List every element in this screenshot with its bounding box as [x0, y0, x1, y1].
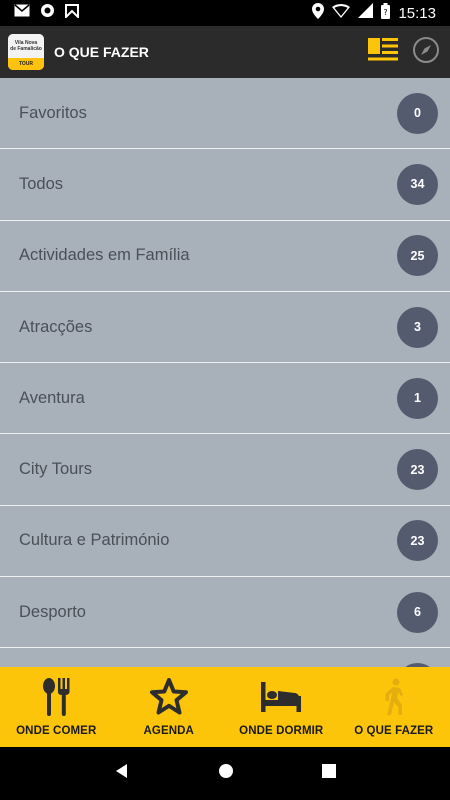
- back-icon[interactable]: [114, 763, 130, 784]
- bed-icon: [261, 677, 302, 717]
- list-item[interactable]: Desporto 6: [0, 577, 450, 649]
- category-label: Atracções: [19, 317, 93, 336]
- tab-label: O QUE FAZER: [354, 725, 434, 737]
- count-badge: 34: [397, 163, 438, 205]
- logo-brand: TOUR: [8, 58, 44, 70]
- tab-label: ONDE DORMIR: [239, 725, 324, 737]
- count-badge: 23: [397, 449, 438, 491]
- category-label: Cultura e Património: [19, 531, 170, 550]
- category-label: Actividades em Família: [19, 246, 190, 265]
- system-nav-bar: [0, 747, 450, 800]
- tab-label: AGENDA: [143, 725, 194, 737]
- tab-label: ONDE COMER: [16, 725, 97, 737]
- count-badge: 3: [397, 306, 438, 348]
- list-item[interactable]: Actividades em Família 25: [0, 221, 450, 292]
- list-item[interactable]: Todos 34: [0, 149, 450, 221]
- sync-icon: [40, 3, 55, 23]
- tab-agenda[interactable]: AGENDA: [113, 667, 226, 747]
- battery-icon: ?: [381, 2, 391, 24]
- category-label: Aventura: [19, 388, 85, 407]
- app-logo[interactable]: Vila Nova de Famalicão TOUR: [8, 34, 44, 70]
- walking-icon: [381, 677, 407, 717]
- list-item[interactable]: Cultura e Património 23: [0, 506, 450, 578]
- category-list[interactable]: Favoritos 0 Todos 34 Actividades em Família 2…: [0, 78, 450, 667]
- category-label: City Tours: [19, 460, 93, 479]
- list-item[interactable]: City Tours 23: [0, 434, 450, 506]
- list-view-icon: [368, 37, 398, 67]
- notification-icon: [65, 3, 79, 23]
- signal-icon: [358, 3, 374, 23]
- status-bar: ? 15:13: [0, 0, 450, 26]
- list-view-button[interactable]: [368, 37, 398, 67]
- status-right-icons: ? 15:13: [312, 2, 436, 24]
- status-left-icons: [14, 3, 79, 23]
- tab-onde-comer[interactable]: ONDE COMER: [0, 667, 113, 747]
- tab-o-que-fazer[interactable]: O QUE FAZER: [338, 667, 450, 747]
- utensils-icon: [41, 677, 71, 717]
- category-label: Favoritos: [19, 103, 87, 122]
- category-label: Todos: [19, 174, 64, 193]
- list-item[interactable]: Favoritos 0: [0, 78, 450, 150]
- app-bar: Vila Nova de Famalicão TOUR O QUE FAZER: [0, 26, 450, 78]
- recents-icon[interactable]: [322, 764, 336, 783]
- compass-icon: [412, 36, 440, 69]
- list-item[interactable]: Atracções 3: [0, 292, 450, 364]
- category-label: Desporto: [19, 602, 86, 621]
- count-badge: 1: [397, 377, 438, 419]
- wifi-icon: [332, 3, 351, 23]
- count-badge: 23: [397, 520, 438, 562]
- compass-button[interactable]: [412, 36, 440, 69]
- count-badge: 0: [397, 92, 438, 134]
- home-icon[interactable]: [218, 763, 234, 784]
- logo-line2: de Famalicão: [10, 46, 42, 52]
- tab-onde-dormir[interactable]: ONDE DORMIR: [225, 667, 338, 747]
- page-title: O QUE FAZER: [54, 44, 149, 60]
- list-item[interactable]: [0, 648, 450, 667]
- svg-text:?: ?: [384, 8, 388, 17]
- app-bar-actions: [368, 36, 440, 69]
- location-icon: [312, 2, 325, 24]
- count-badge: 25: [397, 235, 438, 277]
- logo-text-block: Vila Nova de Famalicão: [8, 34, 44, 58]
- bottom-nav: ONDE COMER AGENDA ONDE DORMIR O QUE FAZE…: [0, 667, 450, 747]
- mail-icon: [14, 4, 30, 22]
- status-time: 15:13: [398, 4, 436, 22]
- list-item[interactable]: Aventura 1: [0, 363, 450, 435]
- star-icon: [149, 677, 189, 717]
- count-badge: 6: [397, 591, 438, 633]
